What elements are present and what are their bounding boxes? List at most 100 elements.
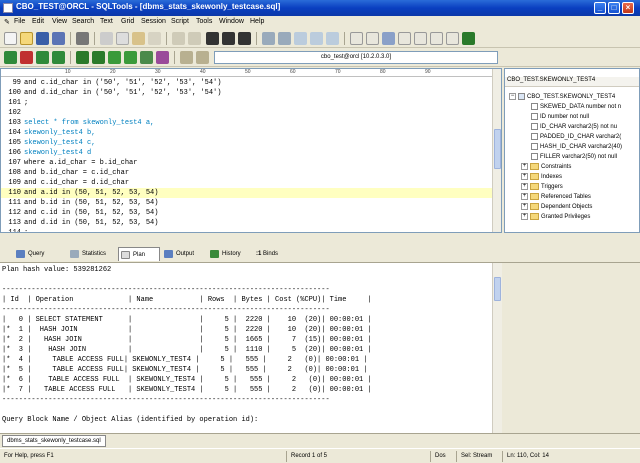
code-line[interactable]: 102 — [1, 108, 493, 118]
tab-history[interactable]: History — [208, 247, 241, 261]
connection-combo[interactable]: cbo_test@orcl [10.2.0.3.0] — [214, 51, 498, 64]
code-line[interactable]: 110 and a.id in (50, 51, 52, 53, 54) — [1, 188, 493, 198]
menu-tools[interactable]: Tools — [196, 18, 212, 25]
find-next-icon[interactable] — [222, 32, 235, 45]
comment-icon[interactable] — [326, 32, 339, 45]
expand-icon[interactable]: + — [521, 163, 528, 170]
output-scroll-thumb[interactable] — [494, 277, 501, 301]
window-icon[interactable] — [366, 32, 379, 45]
expand-icon[interactable]: + — [521, 193, 528, 200]
collapse-icon[interactable]: − — [509, 93, 516, 100]
stop-icon[interactable] — [156, 51, 169, 64]
menu-app-icon[interactable]: ✎ — [4, 18, 10, 26]
doc-tab-current[interactable]: dbms_stats_skewonly_testcase.sql — [2, 435, 106, 447]
code-line[interactable]: 106 skewonly_test4 d — [1, 148, 493, 158]
run-current-icon[interactable] — [108, 51, 121, 64]
redo-icon[interactable] — [188, 32, 201, 45]
columns-icon[interactable] — [382, 32, 395, 45]
paste-icon[interactable] — [132, 32, 145, 45]
describe-icon[interactable] — [196, 51, 209, 64]
tree-column-item[interactable]: ID_CHAR varchar2(5) not nu — [531, 123, 617, 133]
run-icon[interactable] — [76, 51, 89, 64]
tab-plan[interactable]: Plan — [118, 247, 160, 261]
undo-icon[interactable] — [172, 32, 185, 45]
tree-folder-item[interactable]: + Dependent Objects — [521, 203, 592, 213]
code-line[interactable]: 99 and c.id_char in ('50', '51', '52', '5… — [1, 78, 493, 88]
explain-plan-icon[interactable] — [140, 51, 153, 64]
code-line[interactable]: 105 skewonly_test4 c, — [1, 138, 493, 148]
rollback-icon[interactable] — [52, 51, 65, 64]
code-line[interactable]: 113 and d.id in (50, 51, 52, 53, 54) — [1, 218, 493, 228]
code-line[interactable]: 108 and b.id_char = c.id_char — [1, 168, 493, 178]
uppercase-icon[interactable] — [294, 32, 307, 45]
save-all-icon[interactable] — [52, 32, 65, 45]
tree-folder-item[interactable]: + Granted Privileges — [521, 213, 590, 223]
code-line[interactable]: 100 and d.id_char in ('50', '51', '52', '… — [1, 88, 493, 98]
menu-grid[interactable]: Grid — [121, 18, 134, 25]
tree-column-item[interactable]: HASH_ID_CHAR varchar2(40) — [531, 143, 622, 153]
run-script-icon[interactable] — [92, 51, 105, 64]
menu-session[interactable]: Session — [141, 18, 166, 25]
cascade-icon[interactable] — [430, 32, 443, 45]
pane-splitter[interactable] — [0, 233, 640, 245]
sql-editor[interactable]: 10 20 30 40 50 60 70 80 90 99 and c.id_ch… — [0, 68, 502, 233]
code-line[interactable]: 109 and c.id_char = d.id_char — [1, 178, 493, 188]
expand-icon[interactable]: + — [521, 213, 528, 220]
clear-icon[interactable] — [148, 32, 161, 45]
tree-folder-item[interactable]: + Constraints — [521, 163, 571, 173]
tree-column-item[interactable]: FILLER varchar2(50) not null — [531, 153, 617, 163]
tree-column-item[interactable]: SKEWED_DATA number not n — [531, 103, 621, 113]
commit-icon[interactable] — [36, 51, 49, 64]
editor-scroll-thumb[interactable] — [494, 129, 501, 169]
indent-icon[interactable] — [262, 32, 275, 45]
menu-view[interactable]: View — [52, 18, 67, 25]
tab-statistics[interactable]: Statistics — [68, 247, 106, 261]
menu-file[interactable]: File — [14, 18, 25, 25]
menu-window[interactable]: Window — [219, 18, 244, 25]
layout-icon[interactable] — [446, 32, 459, 45]
expand-icon[interactable]: + — [521, 183, 528, 190]
tile-icon[interactable] — [414, 32, 427, 45]
output-scrollbar[interactable] — [492, 263, 502, 433]
plan-output[interactable]: Plan hash value: 539281262 --------------… — [0, 263, 502, 433]
disconnect-icon[interactable] — [20, 51, 33, 64]
cut-icon[interactable] — [100, 32, 113, 45]
new-file-icon[interactable] — [4, 32, 17, 45]
execute-icon[interactable] — [462, 32, 475, 45]
tree-column-item[interactable]: ID number not null — [531, 113, 589, 123]
tab-binds[interactable]: :1 Binds — [248, 247, 278, 261]
code-line[interactable]: 107 where a.id_char = b.id_char — [1, 158, 493, 168]
menu-script[interactable]: Script — [171, 18, 189, 25]
minimize-button[interactable]: _ — [594, 2, 606, 14]
copy-icon[interactable] — [116, 32, 129, 45]
editor-scrollbar[interactable] — [492, 69, 501, 232]
tree-folder-item[interactable]: + Referenced Tables — [521, 193, 591, 203]
code-line[interactable]: 104 skewonly_test4 b, — [1, 128, 493, 138]
step-icon[interactable] — [124, 51, 137, 64]
tree-column-item[interactable]: PADDED_ID_CHAR varchar2( — [531, 133, 621, 143]
maximize-button[interactable]: □ — [608, 2, 620, 14]
tree-root[interactable]: − CBO_TEST.SKEWONLY_TEST4 — [509, 93, 615, 103]
code-line[interactable]: 101; — [1, 98, 493, 108]
menu-text[interactable]: Text — [100, 18, 113, 25]
tree-folder-item[interactable]: + Indexes — [521, 173, 562, 183]
menu-help[interactable]: Help — [250, 18, 264, 25]
expand-icon[interactable]: + — [521, 173, 528, 180]
lowercase-icon[interactable] — [310, 32, 323, 45]
connect-icon[interactable] — [4, 51, 17, 64]
replace-icon[interactable] — [238, 32, 251, 45]
expand-icon[interactable]: + — [521, 203, 528, 210]
tab-output[interactable]: Output — [162, 247, 194, 261]
object-viewer-icon[interactable] — [180, 51, 193, 64]
print-icon[interactable] — [76, 32, 89, 45]
code-line[interactable]: 112 and c.id in (50, 51, 52, 53, 54) — [1, 208, 493, 218]
open-file-icon[interactable] — [20, 32, 33, 45]
code-line[interactable]: 111 and b.id in (50, 51, 52, 53, 54) — [1, 198, 493, 208]
outdent-icon[interactable] — [278, 32, 291, 45]
tab-query[interactable]: Query — [14, 247, 44, 261]
tree-folder-item[interactable]: + Triggers — [521, 183, 563, 193]
save-icon[interactable] — [36, 32, 49, 45]
menu-search[interactable]: Search — [72, 18, 94, 25]
split-icon[interactable] — [398, 32, 411, 45]
grid-icon[interactable] — [350, 32, 363, 45]
